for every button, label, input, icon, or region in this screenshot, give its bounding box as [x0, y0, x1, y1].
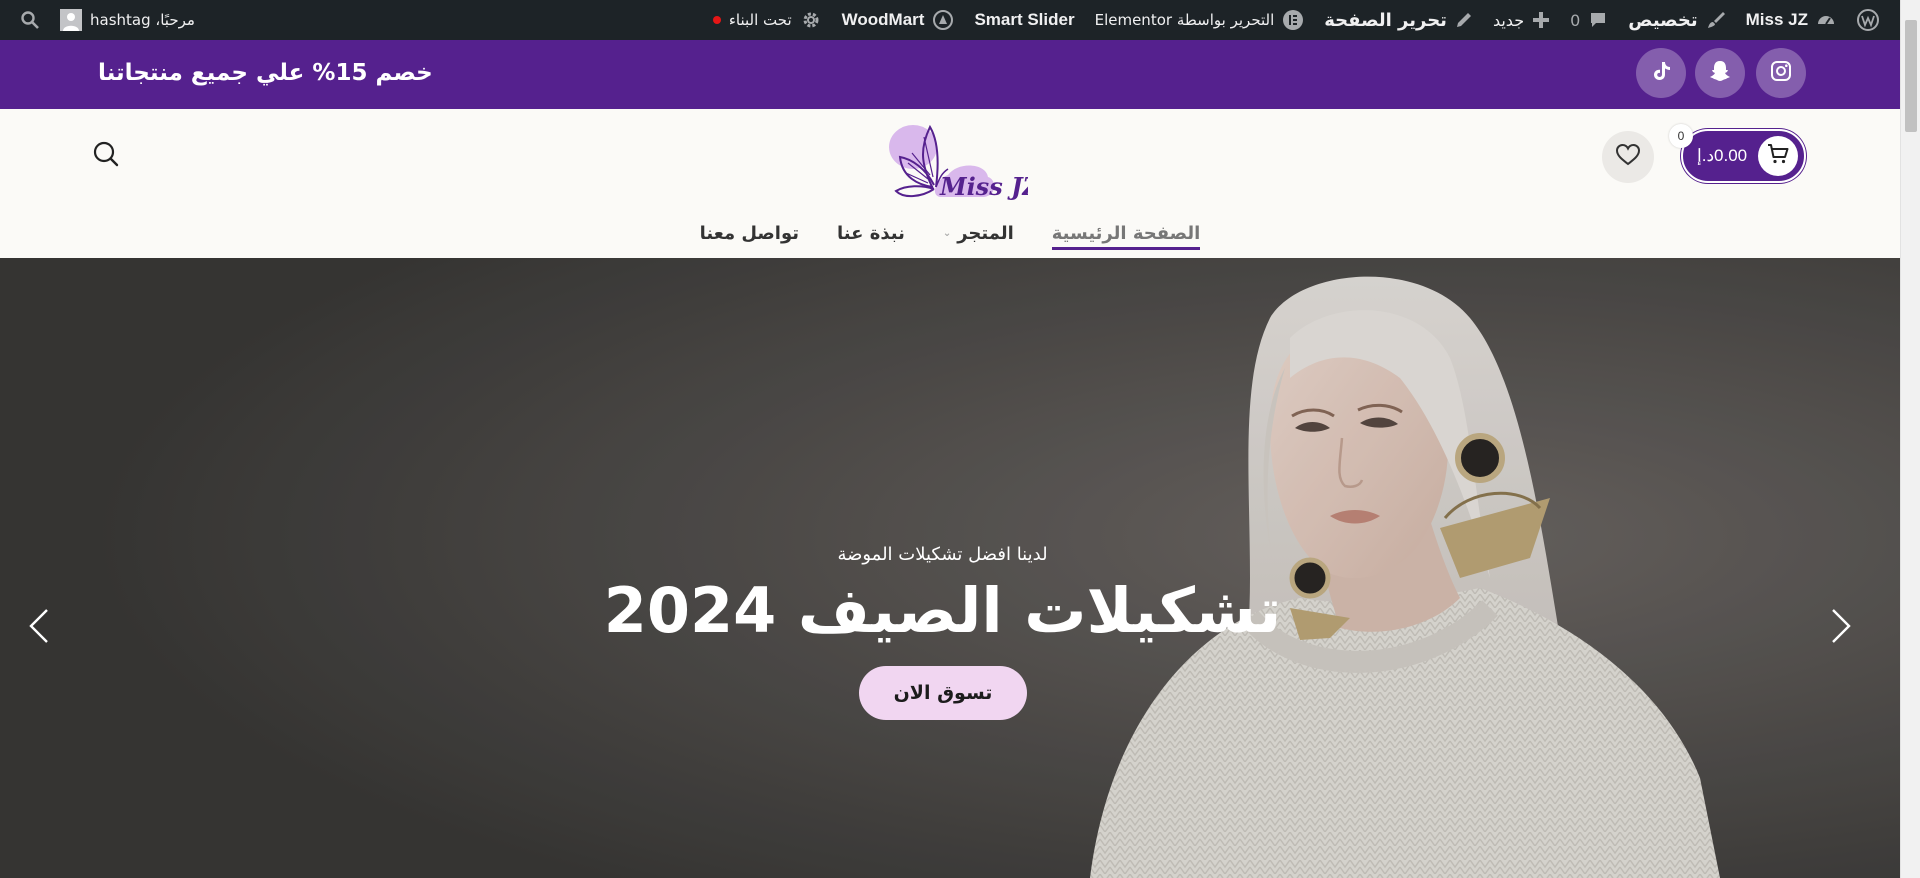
wp-admin-bar: Miss JZ تخصيص 0 جديد تحرير الصفحة التحري…: [0, 0, 1900, 40]
wordpress-icon: [1856, 8, 1880, 32]
maintenance-link[interactable]: تحت البناء: [703, 0, 832, 40]
smart-slider-label: Smart Slider: [974, 10, 1075, 29]
site-logo[interactable]: Miss JZ: [878, 117, 1041, 217]
nav-item-label: المتجر: [957, 222, 1014, 244]
gear-icon: [800, 9, 822, 31]
wishlist-button[interactable]: [1602, 131, 1654, 183]
customize-label: تخصيص: [1628, 9, 1698, 31]
main-nav: الصفحة الرئيسية المتجر ⌄ نبذة عنا تواصل م…: [0, 216, 1900, 250]
search-icon: [92, 140, 120, 172]
edit-page-label: تحرير الصفحة: [1324, 9, 1447, 31]
my-account-menu[interactable]: مرحبًا، hashtag: [50, 0, 205, 40]
nav-item-shop[interactable]: المتجر ⌄: [943, 216, 1014, 250]
header-search-button[interactable]: [90, 140, 122, 172]
admin-bar-secondary: مرحبًا، hashtag: [10, 0, 205, 40]
cart-amount: 0.00د.إ: [1697, 146, 1748, 165]
woodmart-label: WoodMart: [841, 10, 925, 29]
logo-text: Miss JZ: [939, 172, 1028, 201]
maintenance-label: تحت البناء: [728, 11, 792, 29]
elementor-icon: [1282, 9, 1304, 31]
new-label: جديد: [1492, 10, 1525, 30]
comments-link[interactable]: 0: [1560, 0, 1618, 40]
site-header: Miss JZ 0.00د.إ 0 الصفحة الرئيسية المتجر…: [0, 109, 1900, 258]
snapchat-link[interactable]: [1695, 48, 1745, 98]
smart-slider-link[interactable]: Smart Slider: [964, 0, 1084, 40]
brush-icon: [1706, 10, 1726, 30]
nav-item-contact[interactable]: تواصل معنا: [700, 216, 799, 250]
scrollbar-thumb[interactable]: [1905, 20, 1917, 132]
heart-icon: [1615, 143, 1641, 171]
dashboard-icon: [1816, 10, 1836, 30]
instagram-icon: [1769, 59, 1793, 87]
search-icon: [20, 10, 40, 30]
instagram-link[interactable]: [1756, 48, 1806, 98]
hero-title: تشكيلات الصيف 2024: [603, 574, 1282, 647]
edit-elementor-link[interactable]: التحرير بواسطة Elementor: [1085, 0, 1315, 40]
woodmart-icon: [932, 9, 954, 31]
greeting-label: مرحبًا، hashtag: [90, 11, 195, 29]
nav-item-label: تواصل معنا: [699, 222, 800, 244]
nav-item-home[interactable]: الصفحة الرئيسية: [1051, 216, 1201, 250]
edit-page-link[interactable]: تحرير الصفحة: [1314, 0, 1483, 40]
cart-count-badge: 0: [1669, 124, 1693, 148]
snapchat-icon: [1707, 58, 1733, 88]
promo-bar: خصم 15% علي جميع منتجاتنا: [0, 40, 1900, 109]
comment-icon: [1588, 10, 1608, 30]
edit-elementor-label: التحرير بواسطة Elementor: [1094, 11, 1275, 29]
maintenance-status-dot: [712, 16, 721, 24]
woodmart-link[interactable]: WoodMart: [832, 0, 965, 40]
tiktok-icon: [1649, 59, 1673, 87]
new-content-link[interactable]: جديد: [1483, 0, 1560, 40]
comments-count: 0: [1570, 10, 1581, 30]
site-name: Miss JZ: [1745, 10, 1808, 29]
admin-search[interactable]: [10, 0, 50, 40]
hero-slider: لدينا افضل تشكيلات الموضة تشكيلات الصيف …: [0, 258, 1900, 878]
hero-subtitle: لدينا افضل تشكيلات الموضة: [837, 544, 1048, 565]
nav-item-label: الصفحة الرئيسية: [1051, 222, 1201, 244]
cart-icon-wrap: [1758, 136, 1798, 176]
chevron-down-icon: ⌄: [942, 227, 952, 239]
page-scrollbar[interactable]: [1900, 0, 1920, 878]
nav-item-label: نبذة عنا: [837, 222, 905, 244]
plus-icon: [1532, 11, 1550, 29]
pencil-icon: [1455, 11, 1473, 29]
customize-link[interactable]: تخصيص: [1618, 0, 1735, 40]
promo-text: خصم 15% علي جميع منتجاتنا: [98, 60, 433, 86]
tiktok-link[interactable]: [1636, 48, 1686, 98]
avatar: [60, 9, 82, 31]
shop-now-button[interactable]: تسوق الان: [859, 666, 1027, 720]
cart-button[interactable]: 0.00د.إ: [1681, 129, 1806, 183]
hero-model-image: [0, 258, 1900, 878]
cart-icon: [1766, 142, 1790, 170]
nav-item-about[interactable]: نبذة عنا: [837, 216, 905, 250]
site-name-menu[interactable]: Miss JZ: [1736, 0, 1846, 40]
wordpress-menu[interactable]: [1846, 0, 1890, 40]
